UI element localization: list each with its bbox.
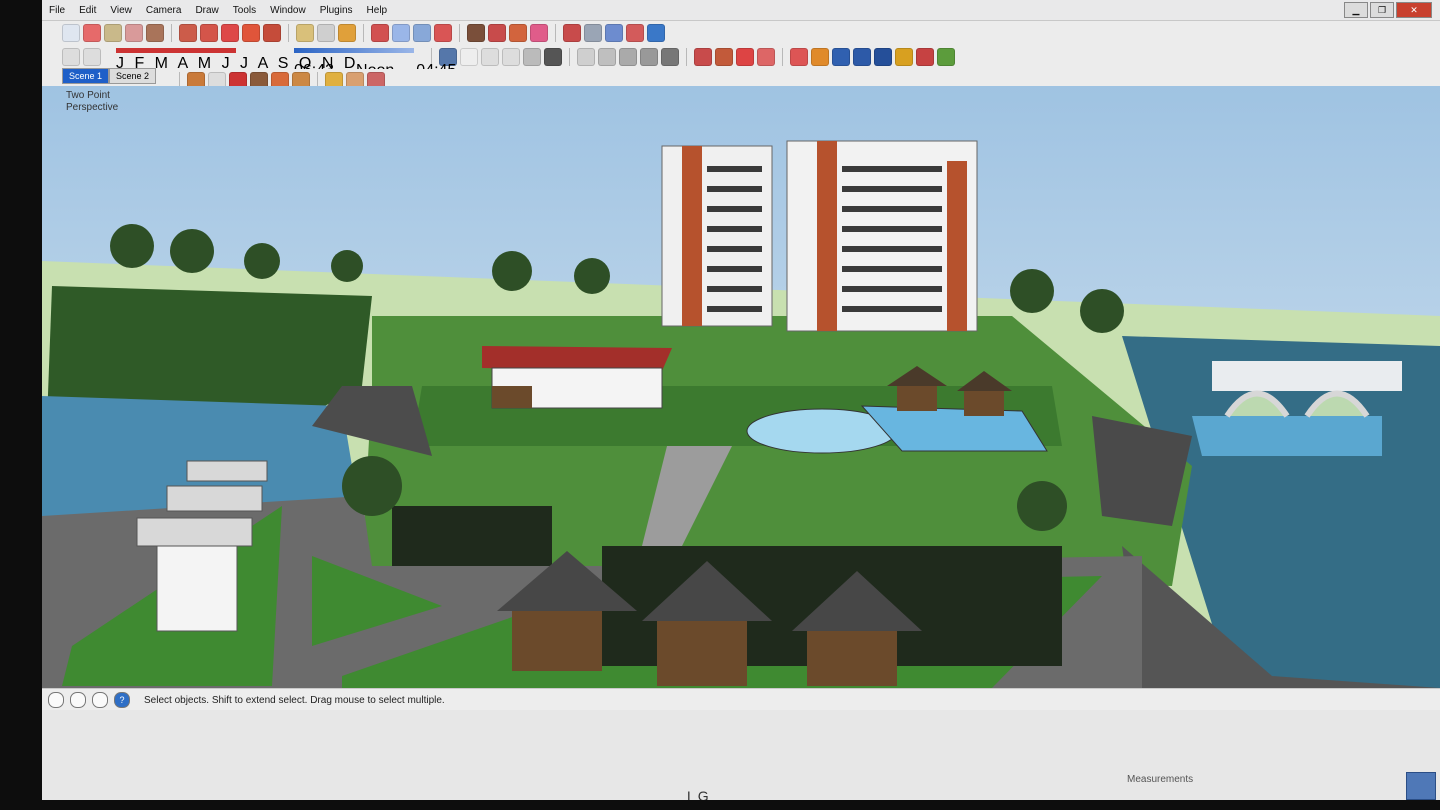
group-tool-icon[interactable] [488,24,506,42]
viewport-label: Two Point Perspective [66,90,118,114]
resort-3d-model [42,86,1440,688]
status-bar: ? Select objects. Shift to extend select… [42,688,1440,711]
menu-view[interactable]: View [103,5,139,16]
sketchup-window: File Edit View Camera Draw Tools Window … [42,0,1440,800]
fog-icon[interactable] [83,48,101,66]
top-view-icon[interactable] [460,48,478,66]
front-view-icon[interactable] [481,48,499,66]
geo-location-icon[interactable] [48,692,64,708]
sandbox-drape-icon[interactable] [757,48,775,66]
shadow-settings-icon[interactable] [62,48,80,66]
menu-camera[interactable]: Camera [139,5,189,16]
sandbox-from-contours-icon[interactable] [694,48,712,66]
sandbox-stamp-icon[interactable] [736,48,754,66]
model-viewport[interactable] [42,86,1440,688]
back-view-icon[interactable] [523,48,541,66]
move-tool-icon[interactable] [221,24,239,42]
measurements-label: Measurements [1127,774,1194,785]
time-slider[interactable] [294,48,414,53]
hotel-building [661,140,978,332]
shaded-icon[interactable] [640,48,658,66]
select-tool-icon[interactable] [62,24,80,42]
left-view-icon[interactable] [544,48,562,66]
orbit-tool-icon[interactable] [371,24,389,42]
component-tool-icon[interactable] [467,24,485,42]
main-toolbar [42,21,1440,45]
status-message: Select objects. Shift to extend select. … [144,694,445,706]
look-around-tool-icon[interactable] [605,24,623,42]
text-tool-icon[interactable] [317,24,335,42]
taskbar-corner-button[interactable] [1406,772,1436,800]
credits-icon[interactable] [70,692,86,708]
window-controls: ▁ ❐ ✕ [1344,2,1432,18]
pan-tool-icon[interactable] [392,24,410,42]
wireframe-icon[interactable] [598,48,616,66]
scene-tabs: Scene 1 Scene 2 [62,68,157,84]
restaurant-pavilion [482,346,672,409]
menu-help[interactable]: Help [360,5,395,16]
paint-bucket-tool-icon[interactable] [338,24,356,42]
hidden-line-icon[interactable] [619,48,637,66]
toolbar-separator [363,24,364,42]
close-button[interactable]: ✕ [1396,2,1432,18]
plugin-blue-icon[interactable] [832,48,850,66]
toolbar-separator [569,48,570,66]
rectangle-tool-icon[interactable] [146,24,164,42]
eraser-tool-icon[interactable] [83,24,101,42]
scale-tool-icon[interactable] [263,24,281,42]
scene-tab-2[interactable]: Scene 2 [109,68,157,84]
shadow-slider-panel: J F M A M J J A S O N D 06:43 AM Noon 04… [104,46,456,97]
toolbar-separator [555,24,556,42]
view-type-line2: Perspective [66,102,119,113]
user-icon[interactable] [92,692,108,708]
toolbar-separator [782,48,783,66]
follow-me-tool-icon[interactable] [200,24,218,42]
waterfall [1192,416,1382,456]
toolbar-separator [686,48,687,66]
scene-tab-1[interactable]: Scene 1 [62,68,110,84]
menu-bar: File Edit View Camera Draw Tools Window … [42,0,1440,21]
secondary-toolbar: J F M A M J J A S O N D 06:43 AM Noon 04… [42,45,1440,97]
tape-measure-tool-icon[interactable] [296,24,314,42]
menu-file[interactable]: File [42,5,72,16]
plugin-blue2-icon[interactable] [853,48,871,66]
plugin-orange-icon[interactable] [811,48,829,66]
shaded-textures-icon[interactable] [661,48,679,66]
right-view-icon[interactable] [502,48,520,66]
menu-edit[interactable]: Edit [72,5,103,16]
plugin-yellow-icon[interactable] [895,48,913,66]
push-pull-tool-icon[interactable] [179,24,197,42]
menu-plugins[interactable]: Plugins [313,5,360,16]
restore-button[interactable]: ❐ [1370,2,1394,18]
monitor-lower-area [42,710,1440,800]
view-type-line1: Two Point [66,90,110,101]
date-slider[interactable] [116,48,236,53]
toolbar-separator [459,24,460,42]
styles-tool-icon[interactable] [530,24,548,42]
plugin-green-icon[interactable] [937,48,955,66]
help-icon[interactable]: ? [114,692,130,708]
rotate-tool-icon[interactable] [242,24,260,42]
walk-tool-icon[interactable] [584,24,602,42]
section-tool-icon[interactable] [563,24,581,42]
sandbox-smoove-icon[interactable] [715,48,733,66]
toolbar-separator [288,24,289,42]
xray-icon[interactable] [577,48,595,66]
menu-window[interactable]: Window [263,5,313,16]
minimize-button[interactable]: ▁ [1344,2,1368,18]
menu-draw[interactable]: Draw [188,5,225,16]
footprints-tool-icon[interactable] [647,24,665,42]
plugin-red-icon[interactable] [790,48,808,66]
plugin-blue3-icon[interactable] [874,48,892,66]
arc-tool-icon[interactable] [125,24,143,42]
pencil-tool-icon[interactable] [104,24,122,42]
zoom-extents-tool-icon[interactable] [434,24,452,42]
toolbar-separator [171,24,172,42]
menu-tools[interactable]: Tools [226,5,263,16]
materials-tool-icon[interactable] [509,24,527,42]
plugin-red2-icon[interactable] [916,48,934,66]
monitor-brand-logo: LG [687,788,712,800]
position-camera-tool-icon[interactable] [626,24,644,42]
zoom-tool-icon[interactable] [413,24,431,42]
